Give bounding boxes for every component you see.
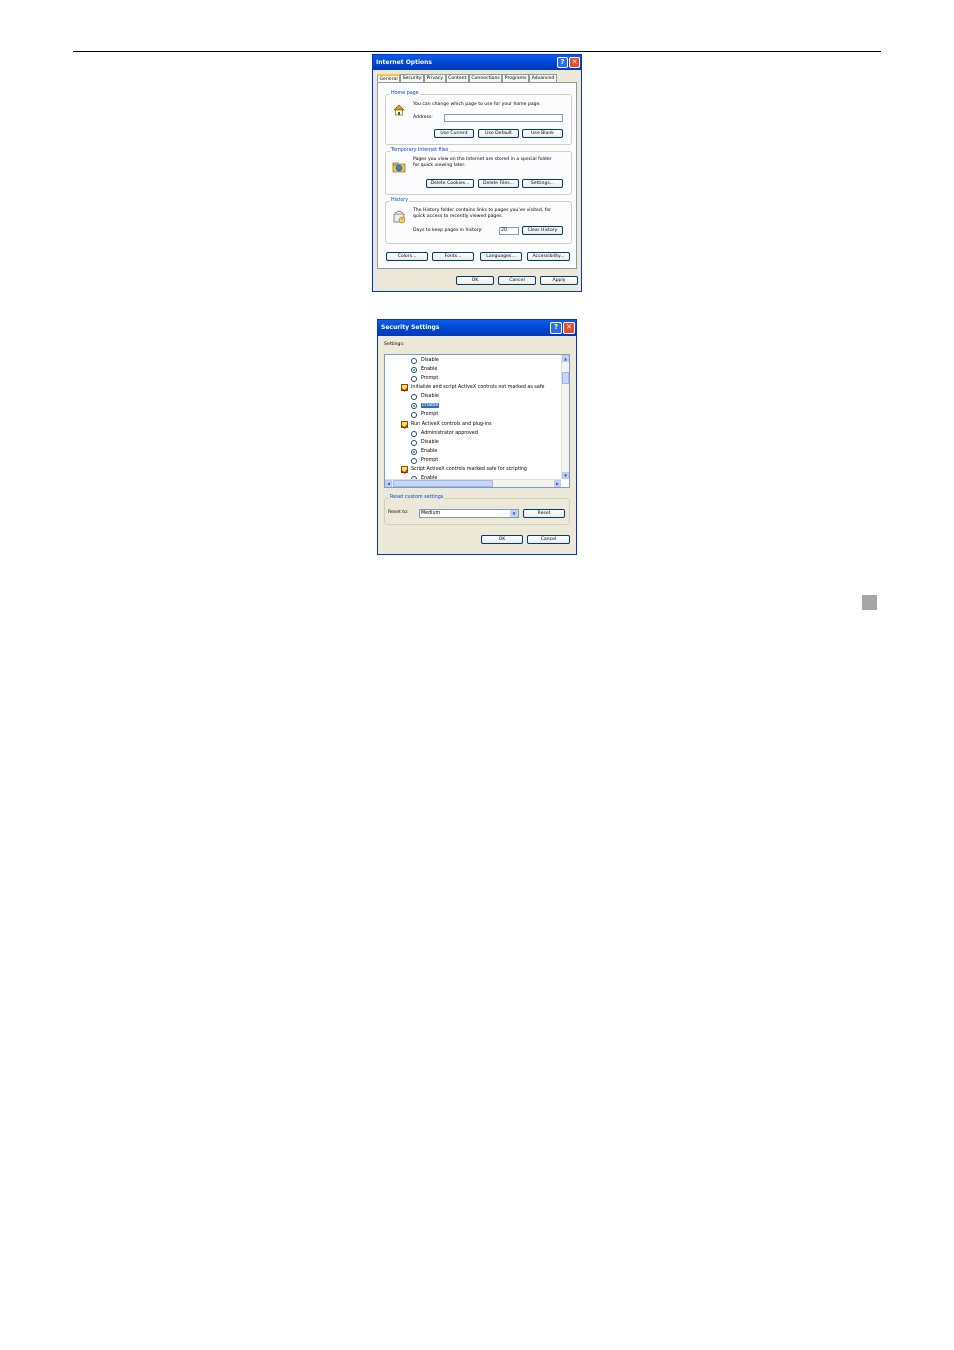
help-icon[interactable]: ? <box>557 57 568 68</box>
clear-history-button[interactable]: Clear History <box>522 226 563 235</box>
reset-button[interactable]: Reset <box>523 509 565 518</box>
apply-button[interactable]: Apply <box>540 276 578 285</box>
address-input[interactable] <box>444 114 563 122</box>
horizontal-scroll-thumb[interactable] <box>393 480 493 487</box>
home-page-description: You can change which page to use for you… <box>413 102 541 107</box>
tab-privacy[interactable]: Privacy <box>423 74 446 82</box>
history-icon <box>393 210 406 224</box>
reset-to-label: Reset to: <box>388 510 409 515</box>
vertical-scrollbar[interactable]: ▲ ▼ <box>561 355 569 479</box>
days-to-keep-stepper[interactable]: 20 <box>499 227 519 235</box>
horizontal-scrollbar[interactable]: ◀ ▶ <box>385 479 561 487</box>
reset-to-value: Medium <box>421 511 441 516</box>
radio-button[interactable] <box>411 393 417 400</box>
list-item: Run ActiveX controls and plug-ins <box>401 420 492 429</box>
list-item: Initialize and script ActiveX controls n… <box>401 383 544 392</box>
tab-programs[interactable]: Programs <box>502 74 530 82</box>
title-bar[interactable]: Internet Options <box>373 55 581 70</box>
radio-button[interactable] <box>411 366 417 373</box>
list-item[interactable]: Prompt <box>411 456 438 465</box>
days-to-keep-label: Days to keep pages in history: <box>413 228 483 233</box>
home-page-group: Home page You can change which page to u… <box>385 91 572 145</box>
settings-list[interactable]: Disable Enable Prompt Initialize and scr… <box>384 354 570 488</box>
radio-button[interactable] <box>411 430 417 437</box>
folder-globe-icon <box>392 162 406 173</box>
dialog-title: Internet Options <box>376 59 432 66</box>
general-tab-panel: Home page You can change which page to u… <box>377 82 577 269</box>
close-icon[interactable]: ✕ <box>563 322 575 334</box>
list-item[interactable]: Enable <box>411 447 437 456</box>
radio-button[interactable] <box>411 402 417 409</box>
setting-category-icon <box>401 421 408 428</box>
dialog-title: Security Settings <box>381 324 440 331</box>
radio-button[interactable] <box>411 375 417 382</box>
history-title: History <box>390 198 410 204</box>
tab-content[interactable]: Content <box>445 74 469 82</box>
list-item: Script ActiveX controls marked safe for … <box>401 465 527 474</box>
page-header-rule <box>73 51 881 52</box>
delete-files-button[interactable]: Delete Files... <box>478 179 519 188</box>
page-marker-square <box>862 595 877 610</box>
setting-category-icon <box>401 384 408 391</box>
temp-files-group: Temporary Internet files Pages you view … <box>385 148 572 195</box>
scroll-right-icon[interactable]: ▶ <box>554 480 561 487</box>
delete-cookies-button[interactable]: Delete Cookies... <box>426 179 474 188</box>
cancel-button[interactable]: Cancel <box>498 276 536 285</box>
cancel-button[interactable]: Cancel <box>527 535 570 544</box>
list-item[interactable]: Prompt <box>411 410 438 419</box>
list-item[interactable]: Enable <box>411 401 440 410</box>
radio-button[interactable] <box>411 457 417 464</box>
use-current-button[interactable]: Use Current <box>434 129 474 138</box>
home-page-title: Home page <box>390 91 420 97</box>
settings-label: Settings: <box>384 342 405 347</box>
reset-group-title: Reset custom settings <box>389 495 445 501</box>
temp-settings-button[interactable]: Settings... <box>522 179 563 188</box>
radio-button[interactable] <box>411 357 417 364</box>
tab-advanced[interactable]: Advanced <box>529 74 557 82</box>
house-icon <box>393 104 405 116</box>
scroll-down-icon[interactable]: ▼ <box>562 472 569 479</box>
list-item[interactable]: Disable <box>411 438 439 447</box>
temp-files-title: Temporary Internet files <box>390 148 450 154</box>
use-default-button[interactable]: Use Default <box>478 129 519 138</box>
radio-button[interactable] <box>411 439 417 446</box>
scroll-up-icon[interactable]: ▲ <box>562 355 569 362</box>
history-group: History The History folder contains link… <box>385 198 572 244</box>
radio-button[interactable] <box>411 411 417 418</box>
reset-custom-settings-group: Reset custom settings Reset to: Medium ▼… <box>384 495 570 525</box>
tab-security[interactable]: Security <box>400 74 424 82</box>
temp-files-description-2: for quick viewing later. <box>413 163 466 168</box>
settings-list-rows: Disable Enable Prompt Initialize and scr… <box>385 355 562 482</box>
list-item[interactable]: Disable <box>411 392 439 401</box>
security-settings-dialog: Security Settings ? ✕ Settings: Disable … <box>377 319 577 555</box>
languages-button[interactable]: Languages... <box>480 252 522 261</box>
setting-category-icon <box>401 466 408 473</box>
radio-button[interactable] <box>411 448 417 455</box>
close-icon[interactable]: ✕ <box>569 57 580 68</box>
tab-connections[interactable]: Connections <box>468 74 503 82</box>
accessibility-button[interactable]: Accessibility... <box>527 252 570 261</box>
list-item[interactable]: Enable <box>411 365 437 374</box>
internet-options-dialog: Internet Options ? ✕ General Security Pr… <box>372 54 582 292</box>
scroll-left-icon[interactable]: ◀ <box>385 480 392 487</box>
list-item[interactable]: Prompt <box>411 374 438 383</box>
fonts-button[interactable]: Fonts... <box>432 252 474 261</box>
reset-to-select[interactable]: Medium ▼ <box>419 509 519 518</box>
ok-button[interactable]: OK <box>456 276 494 285</box>
vertical-scroll-thumb[interactable] <box>562 372 569 384</box>
use-blank-button[interactable]: Use Blank <box>522 129 563 138</box>
list-item[interactable]: Disable <box>411 356 439 365</box>
address-label: Address: <box>413 115 433 120</box>
colors-button[interactable]: Colors... <box>386 252 428 261</box>
chevron-down-icon[interactable]: ▼ <box>510 510 518 517</box>
title-bar[interactable]: Security Settings <box>378 320 576 336</box>
help-icon[interactable]: ? <box>550 322 562 334</box>
ok-button[interactable]: OK <box>481 535 523 544</box>
history-description-2: quick access to recently viewed pages. <box>413 214 504 219</box>
list-item[interactable]: Administrator approved <box>411 429 478 438</box>
